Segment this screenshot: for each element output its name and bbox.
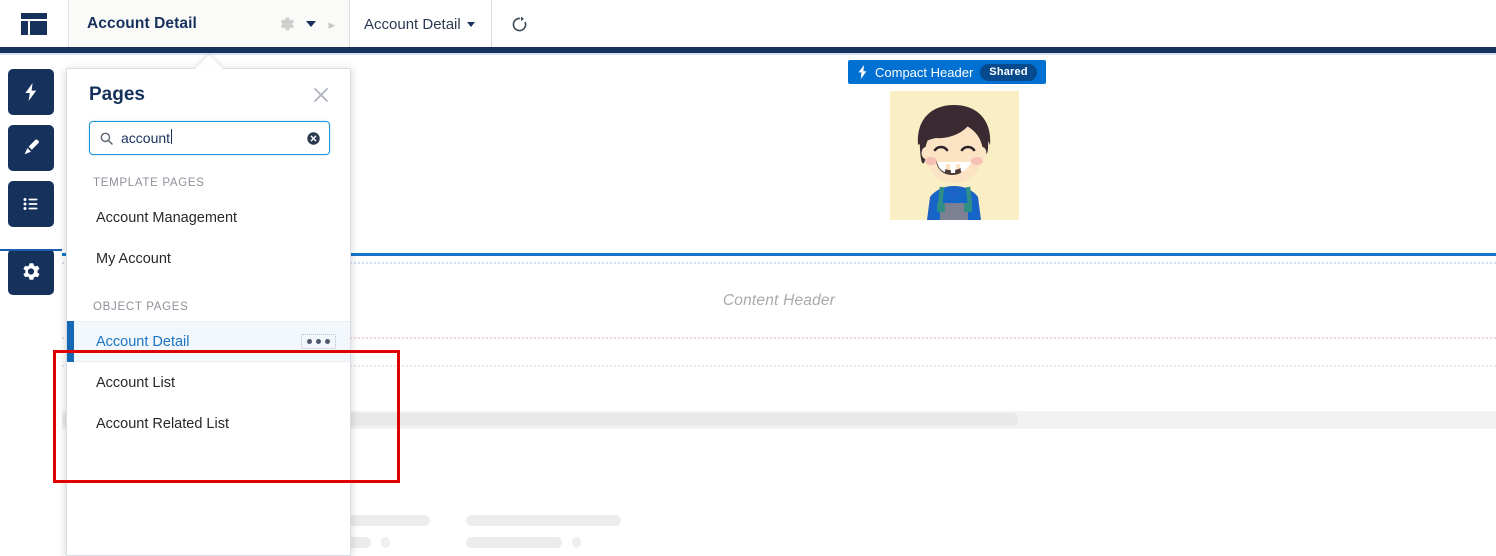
status-badge: Shared xyxy=(980,63,1037,81)
panel-pointer xyxy=(195,55,223,69)
sidebar-item-settings[interactable] xyxy=(8,249,54,295)
more-actions-icon[interactable] xyxy=(301,334,336,349)
paintbrush-icon xyxy=(20,137,42,159)
pages-panel: Pages account TEMPLATE PAGES Account Man… xyxy=(66,68,351,556)
skeleton-dot xyxy=(572,537,581,548)
chevron-down-icon[interactable] xyxy=(466,21,475,27)
app-root: Account Detail ▸ Account Detail Compact … xyxy=(0,0,1496,556)
gear-icon[interactable] xyxy=(278,15,296,33)
lightning-bolt-icon xyxy=(20,81,42,103)
app-logo-button[interactable] xyxy=(0,0,68,48)
page-item-label: Account Management xyxy=(96,209,238,226)
rail-divider xyxy=(0,249,62,251)
panel-header: Pages xyxy=(67,69,350,121)
close-icon[interactable] xyxy=(312,86,330,104)
skeleton-column xyxy=(466,515,621,548)
list-icon xyxy=(20,193,42,215)
search-icon xyxy=(100,132,113,145)
skeleton-bar xyxy=(466,537,562,548)
tab-account-detail-primary[interactable]: Account Detail ▸ xyxy=(68,0,350,48)
breadcrumb-arrow-icon: ▸ xyxy=(328,16,335,32)
dot xyxy=(316,339,321,344)
page-title: Account Detail xyxy=(87,15,197,32)
skeleton-dot xyxy=(381,537,390,548)
section-heading-object-pages: OBJECT PAGES xyxy=(93,301,189,313)
tab-account-detail-secondary[interactable]: Account Detail xyxy=(350,0,492,48)
list-item-account-detail[interactable]: Account Detail xyxy=(67,321,350,362)
page-item-label: My Account xyxy=(96,250,171,267)
list-item[interactable]: Account List xyxy=(67,362,350,403)
lightning-bolt-icon xyxy=(857,65,868,79)
list-item[interactable]: Account Related List xyxy=(67,403,350,444)
panel-title: Pages xyxy=(89,84,145,105)
gear-icon xyxy=(20,261,42,283)
page-item-label: Account List xyxy=(96,374,175,391)
skeleton-bar xyxy=(466,515,621,526)
list-item[interactable]: My Account xyxy=(67,238,350,279)
search-input[interactable]: account xyxy=(89,121,330,155)
refresh-icon xyxy=(510,15,529,34)
avatar xyxy=(890,91,1019,220)
compact-header-badge[interactable]: Compact Header Shared xyxy=(848,60,1046,84)
search-input-value: account xyxy=(121,129,299,146)
sidebar-item-pages-list[interactable] xyxy=(8,181,54,227)
dot xyxy=(325,339,330,344)
chevron-down-icon[interactable] xyxy=(306,21,317,27)
clear-icon[interactable] xyxy=(307,131,320,145)
layout-builder-icon xyxy=(20,12,48,36)
refresh-button[interactable] xyxy=(492,0,547,48)
list-item[interactable]: Account Management xyxy=(67,197,350,238)
sidebar-item-themes[interactable] xyxy=(8,125,54,171)
dot xyxy=(307,339,312,344)
sidebar-item-components[interactable] xyxy=(8,69,54,115)
page-item-label: Account Related List xyxy=(96,415,229,432)
page-item-label: Account Detail xyxy=(96,333,190,350)
compact-header-label: Compact Header xyxy=(875,64,974,80)
search-container: account xyxy=(67,121,350,155)
left-rail xyxy=(0,55,62,556)
content-header-label: Content Header xyxy=(722,292,836,309)
section-heading-template-pages: TEMPLATE PAGES xyxy=(93,177,205,189)
header-divider xyxy=(0,47,1496,55)
top-bar: Account Detail ▸ Account Detail xyxy=(0,0,1496,48)
breadcrumb: Account Detail xyxy=(364,15,461,33)
